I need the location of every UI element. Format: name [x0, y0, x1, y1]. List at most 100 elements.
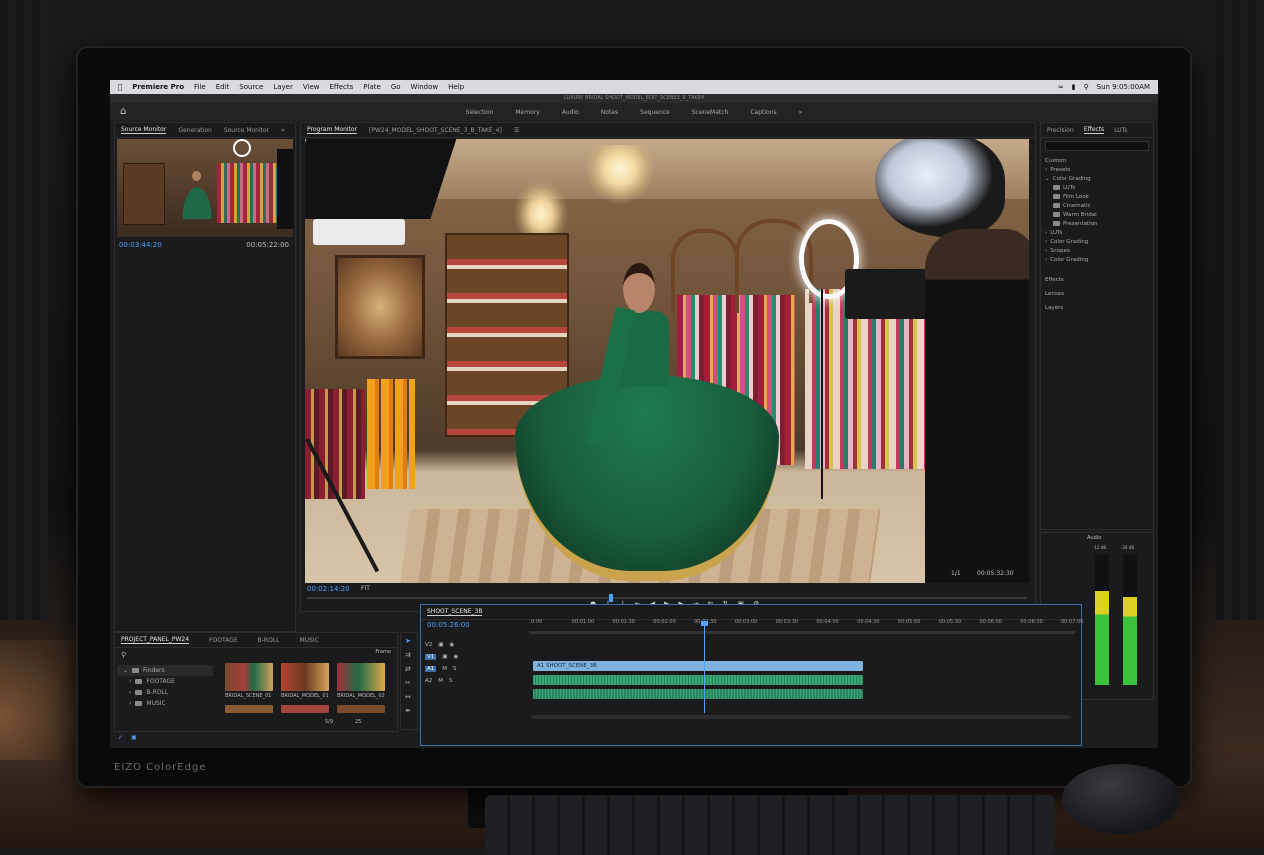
- section-effects[interactable]: Effects: [1045, 273, 1064, 287]
- selection-tool-icon[interactable]: ➤: [405, 637, 413, 645]
- clip-thumbnail[interactable]: [337, 663, 385, 691]
- menu-file[interactable]: File: [194, 83, 206, 91]
- workspace-audio[interactable]: Audio: [562, 109, 579, 116]
- bin-finders[interactable]: ⌄ Finders: [117, 665, 213, 676]
- menu-edit[interactable]: Edit: [216, 83, 230, 91]
- menu-plate[interactable]: Plate: [363, 83, 381, 91]
- program-fit[interactable]: FIT: [361, 585, 370, 592]
- workspace-memory[interactable]: Memory: [515, 109, 539, 116]
- program-scrubber[interactable]: [307, 594, 1027, 602]
- eye-icon[interactable]: ◉: [449, 642, 454, 648]
- audio-clip-a2[interactable]: [533, 689, 863, 699]
- menu-go[interactable]: Go: [391, 83, 401, 91]
- tab-sequence[interactable]: SHOOT_SCENE_3B: [427, 608, 483, 616]
- tab-broll[interactable]: B-ROLL: [258, 637, 280, 644]
- source-video-frame[interactable]: [117, 139, 293, 237]
- sequence-name[interactable]: [PW24_MODEL_SHOOT_SCENE_3_B_TAKE_4]: [369, 127, 502, 134]
- menu-window[interactable]: Window: [411, 83, 439, 91]
- menu-layer[interactable]: Layer: [273, 83, 293, 91]
- home-icon[interactable]: ⌂: [120, 106, 126, 117]
- mute-icon[interactable]: M: [438, 678, 443, 684]
- fx-item[interactable]: Cinematic: [1045, 201, 1149, 210]
- panel-menu-icon[interactable]: »: [281, 127, 285, 134]
- project-search-icon[interactable]: ⚲: [121, 651, 126, 659]
- fx-item[interactable]: › LUTs: [1045, 228, 1149, 237]
- workspace-captions[interactable]: Captions: [750, 109, 776, 116]
- section-layers[interactable]: Layers: [1045, 301, 1064, 315]
- workspace-sequence[interactable]: Sequence: [640, 109, 670, 116]
- workspace-scenematch[interactable]: SceneMatch: [692, 109, 729, 116]
- solo-icon[interactable]: S: [449, 678, 453, 684]
- clock[interactable]: Sun 9:05:00AM: [1097, 83, 1150, 91]
- fx-item[interactable]: Film Look: [1045, 192, 1149, 201]
- timeline-timecode[interactable]: 00:05:26:00: [427, 621, 470, 629]
- clip-thumbnail[interactable]: [225, 705, 273, 713]
- tab-luts[interactable]: LUTs: [1114, 127, 1127, 134]
- solo-icon[interactable]: S: [453, 666, 457, 672]
- more-workspaces-icon[interactable]: »: [799, 109, 803, 116]
- clip-thumbnail[interactable]: [225, 663, 273, 691]
- audio-clip-a1[interactable]: [533, 675, 863, 685]
- track-v2[interactable]: V2 ▣ ◉: [425, 639, 525, 651]
- fx-item[interactable]: LUTs: [1045, 183, 1149, 192]
- bin-broll[interactable]: › B-ROLL: [117, 687, 213, 698]
- track-v1[interactable]: V1 ▣ ◉: [425, 651, 525, 663]
- tab-program-monitor[interactable]: Program Monitor: [307, 126, 358, 134]
- ripple-edit-icon[interactable]: ⇄: [405, 665, 413, 673]
- effects-search[interactable]: [1045, 141, 1149, 151]
- razor-tool-icon[interactable]: ✂: [405, 679, 413, 687]
- workspace-notes[interactable]: Notes: [601, 109, 618, 116]
- tab-effects[interactable]: Effects: [1083, 126, 1105, 134]
- battery-icon[interactable]: ▮: [1072, 83, 1076, 91]
- fx-item[interactable]: ⌄ Color Grading: [1045, 174, 1149, 183]
- wifi-icon[interactable]: ≈: [1058, 83, 1064, 91]
- program-quality[interactable]: 1/1: [951, 570, 961, 577]
- program-video-frame[interactable]: [305, 139, 1029, 583]
- fx-item[interactable]: Warm Bridal: [1045, 210, 1149, 219]
- tab-generation[interactable]: Generation: [178, 127, 211, 134]
- lock-icon[interactable]: ▣: [438, 642, 443, 648]
- fx-item[interactable]: › Presets: [1045, 165, 1149, 174]
- track-a2[interactable]: A2 M S: [425, 675, 525, 687]
- timeline-playhead[interactable]: [701, 621, 708, 713]
- tab-source-monitor[interactable]: Source Monitor: [121, 126, 167, 134]
- eye-icon[interactable]: ◉: [453, 654, 458, 660]
- bin-music[interactable]: › MUSIC: [117, 698, 213, 709]
- fx-item[interactable]: › Scopes: [1045, 246, 1149, 255]
- time-ruler[interactable]: 0:0000:01:0000:01:3000:02:0000:02:3000:0…: [531, 619, 1083, 629]
- tab-precision[interactable]: Precision: [1047, 127, 1074, 134]
- tab-footage[interactable]: FOOTAGE: [209, 637, 238, 644]
- fx-item[interactable]: › Color Grading: [1045, 237, 1149, 246]
- track-a1[interactable]: A1 M S: [425, 663, 525, 675]
- lock-icon[interactable]: ▣: [442, 654, 447, 660]
- search-icon[interactable]: ⚲: [1084, 83, 1089, 91]
- clip-thumbnail[interactable]: [281, 663, 329, 691]
- new-bin-icon[interactable]: ▣: [131, 734, 137, 741]
- menu-app[interactable]: Premiere Pro: [132, 83, 184, 91]
- source-timecode[interactable]: 00:03:44:20: [119, 241, 162, 249]
- tab-source-monitor-2[interactable]: Source Monitor: [224, 127, 269, 134]
- menu-view[interactable]: View: [303, 83, 320, 91]
- menu-help[interactable]: Help: [448, 83, 464, 91]
- timeline-zoom-bar[interactable]: [531, 715, 1071, 719]
- render-status-icon[interactable]: ✓: [118, 734, 123, 741]
- clip-thumbnail[interactable]: [281, 705, 329, 713]
- fx-item[interactable]: › Color Grading: [1045, 255, 1149, 264]
- menu-source[interactable]: Source: [239, 83, 263, 91]
- program-timecode[interactable]: 00:02:14:20: [307, 585, 350, 593]
- tab-music[interactable]: MUSIC: [299, 637, 318, 644]
- pen-tool-icon[interactable]: ✒: [405, 707, 413, 715]
- section-lenses[interactable]: Lenses: [1045, 287, 1064, 301]
- tab-project[interactable]: PROJECT_PANEL_PW24: [121, 636, 190, 644]
- fx-item[interactable]: Presentation: [1045, 219, 1149, 228]
- video-clip[interactable]: A1 SHOOT_SCENE_3B: [533, 661, 863, 671]
- timeline-scrollbar[interactable]: [529, 631, 1075, 634]
- workspace-selection[interactable]: Selection: [466, 109, 494, 116]
- menu-effects[interactable]: Effects: [330, 83, 354, 91]
- apple-icon[interactable]: : [118, 83, 122, 91]
- track-select-icon[interactable]: ⇉: [405, 651, 413, 659]
- clip-thumbnail[interactable]: [337, 705, 385, 713]
- bin-footage[interactable]: › FOOTAGE: [117, 676, 213, 687]
- slip-tool-icon[interactable]: ↔: [405, 693, 413, 701]
- sequence-menu-icon[interactable]: ☰: [514, 127, 519, 134]
